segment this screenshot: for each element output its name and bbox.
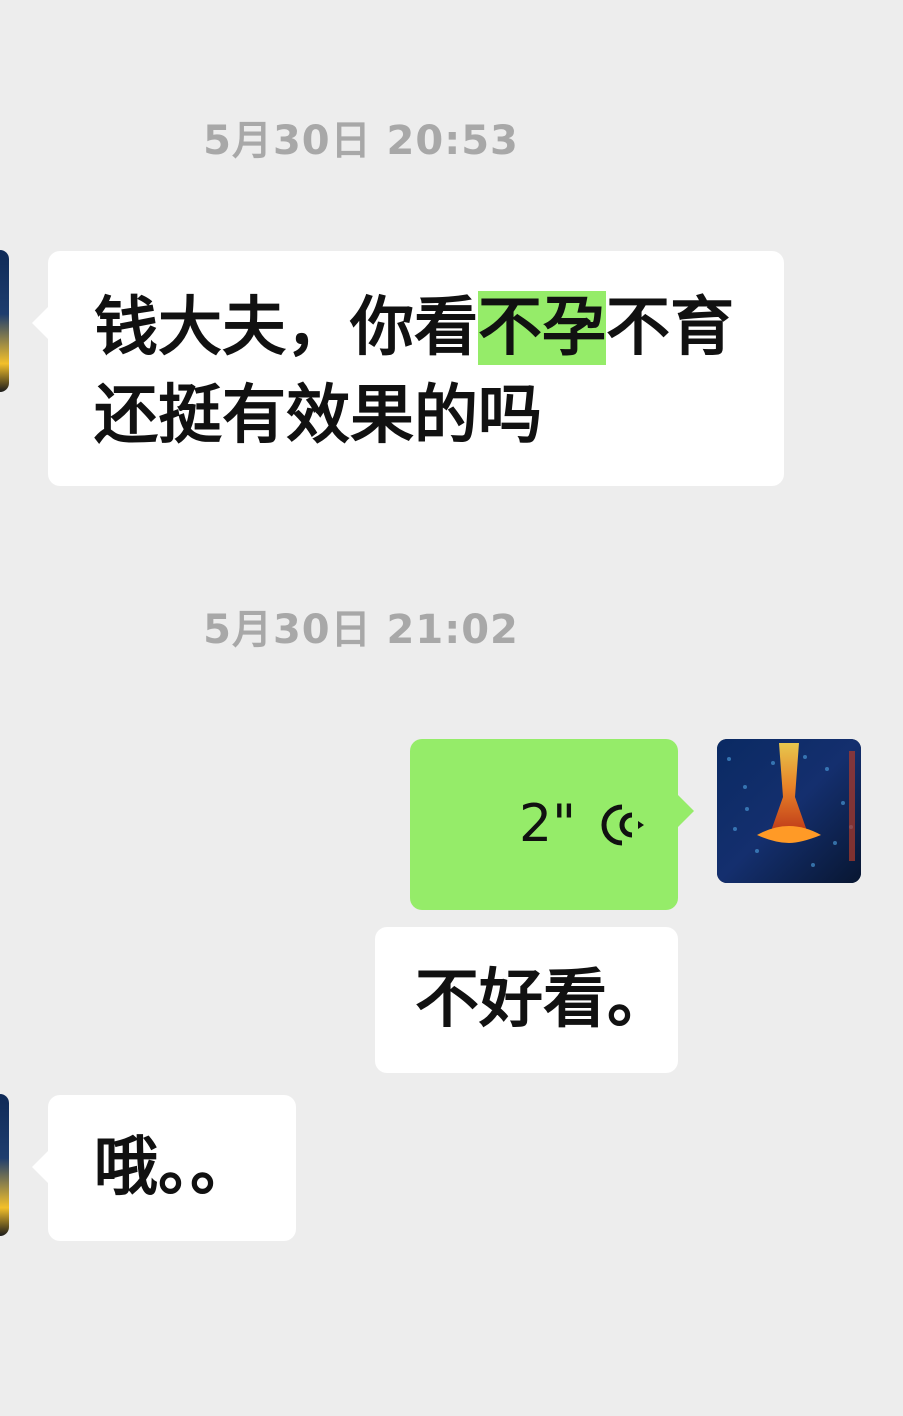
timestamp-2: 5月30日 21:02 [203, 607, 519, 653]
outgoing-voice-message[interactable]: 2" [410, 739, 694, 910]
highlighted-text: 不孕 [478, 291, 606, 365]
message-text: 钱大夫，你看不孕不育 还挺有效果的吗 [94, 284, 744, 460]
message-text: 哦。。 [94, 1131, 254, 1205]
my-avatar[interactable] [717, 739, 861, 883]
incoming-message-bubble[interactable]: 钱大夫，你看不孕不育 还挺有效果的吗 [32, 251, 784, 486]
message-text-part: 不育 [606, 291, 734, 365]
timestamp-1: 5月30日 20:53 [203, 118, 519, 164]
message-text-part: 还挺有效果的吗 [94, 379, 542, 453]
incoming-message-bubble[interactable]: 哦。。 [32, 1095, 296, 1241]
voice-duration: 2" [518, 794, 576, 854]
voice-wave-icon [601, 804, 644, 846]
contact-avatar[interactable] [0, 1094, 9, 1236]
message-text: 不好看。 [415, 963, 671, 1037]
contact-avatar[interactable] [0, 250, 9, 392]
message-bubble[interactable]: 不好看。 [375, 927, 678, 1073]
message-text-part: 钱大夫，你看 [94, 291, 478, 365]
